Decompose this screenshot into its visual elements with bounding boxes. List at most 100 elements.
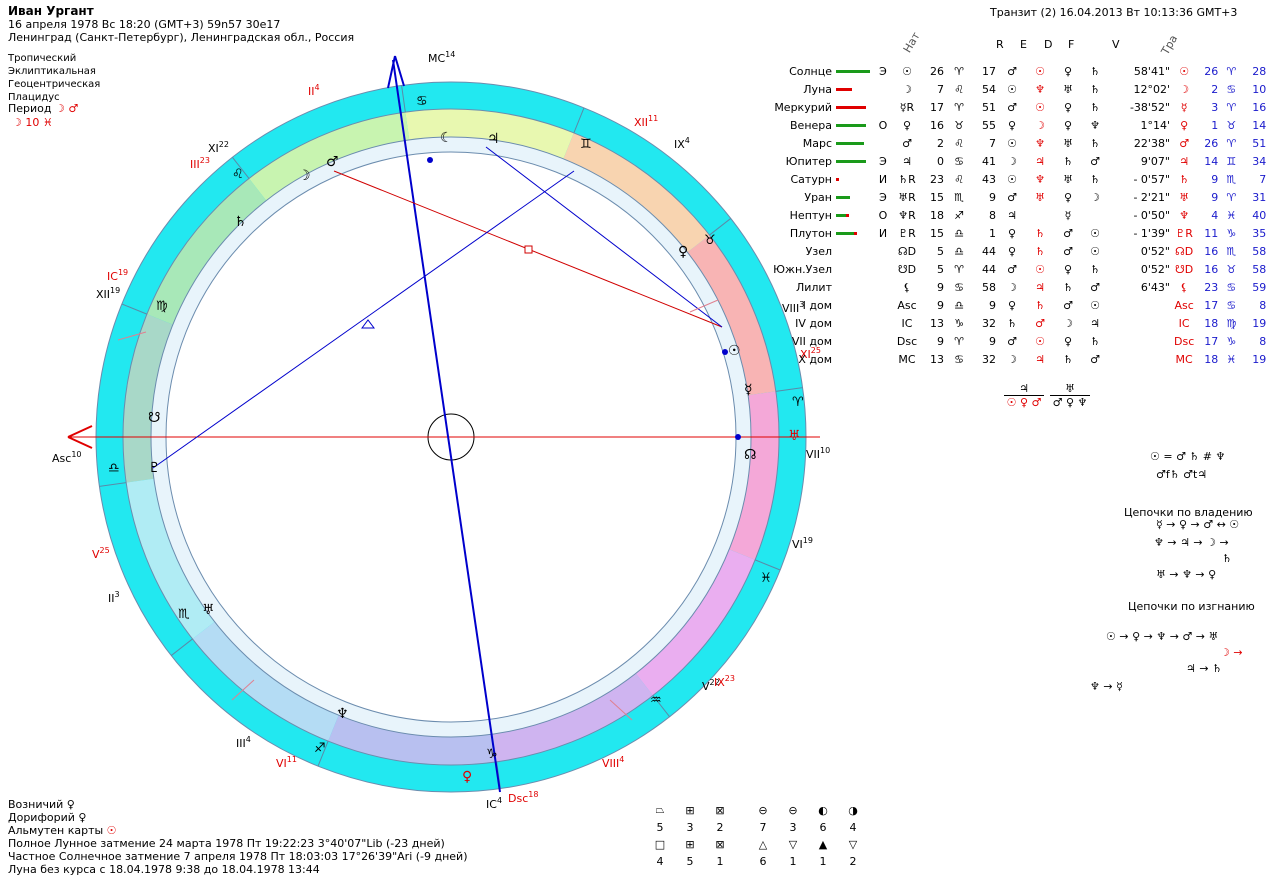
planet-cell: 31 — [1252, 190, 1267, 204]
strength-bar — [834, 98, 874, 116]
planet-cell: ♏ — [1226, 244, 1237, 258]
planet-cell: -38'52" — [1129, 100, 1170, 114]
planet-row: X дом MC 13 ♋ 32 ☽ ♃ ♄ ♂ MC 18 ♓ 19 — [760, 350, 1268, 368]
planet-cell: ♄ — [1035, 226, 1045, 240]
planet-name: Меркурий — [774, 100, 832, 114]
planet-cell: 58 — [1252, 262, 1267, 276]
col-d: D — [1044, 38, 1053, 51]
grid-symbol: ▽ — [788, 838, 798, 851]
grid-count: 1 — [789, 855, 797, 868]
planet-cell: И — [878, 226, 888, 240]
strength-bar-green — [836, 214, 846, 217]
planet-glyph: ☊ — [744, 447, 756, 463]
exile-chain-1: ☉ → ♀ → ♆ → ♂ → ♅ — [1106, 630, 1219, 643]
planet-cell: 17 — [1204, 298, 1219, 312]
planet-cell: ♃ — [902, 154, 912, 168]
planet-cell: 15 — [930, 190, 944, 204]
planet-cell: ♋ — [1226, 280, 1237, 294]
zodiac-sign-glyph: ♏ — [178, 607, 190, 622]
house-cusp-label: II3 — [108, 590, 120, 605]
planet-cell: 19 — [1252, 352, 1267, 366]
planet-cell: 58'41" — [1133, 64, 1170, 78]
planet-cell: ☽ — [1007, 352, 1017, 366]
house-cusp-label: V25 — [92, 546, 110, 561]
void-moon: Луна без курса с 18.04.1978 9:38 до 18.0… — [8, 863, 320, 876]
strength-bar-red — [846, 214, 849, 217]
planet-cell: 2 — [1211, 82, 1219, 96]
birth-data: 16 апреля 1978 Вс 18:20 (GMT+3) 59n57 30… — [8, 18, 281, 31]
wheel-group: II4 III23XI22 IC19 XII19 V25 II3 III4 VI11 VIII4… — [52, 50, 830, 811]
voznichiy-label: Возничий — [8, 798, 64, 811]
planet-cell: 13 — [930, 352, 944, 366]
planet-cell: ☽ — [1007, 154, 1017, 168]
planet-cell: ♀ — [1063, 64, 1073, 78]
planet-cell: О — [878, 118, 888, 132]
planet-cell: ♆ — [1090, 118, 1100, 132]
planet-cell: 19 — [1252, 316, 1267, 330]
planet-cell — [874, 80, 892, 98]
planet-cell: 12°02' — [1133, 82, 1170, 96]
strength-bar-red — [854, 232, 857, 235]
grid-count: 4 — [656, 855, 664, 868]
planet-cell: MC — [1175, 352, 1193, 366]
zodiac-sign-glyph: ♐ — [314, 741, 326, 756]
planet-name: Лилит — [795, 280, 832, 294]
planet-cell: ♅ — [1063, 136, 1073, 150]
planet-cell: ☿ — [1064, 208, 1072, 222]
zodiac-sign-glyph: ♑ — [486, 747, 498, 762]
doriforiy-label: Дорифорий — [8, 811, 75, 824]
planet-row: Узел ☊D 5 ♎ 44 ♀ ♄ ♂ ☉ 0'52" ☊D 16 ♏ 58 — [760, 242, 1268, 260]
planet-cell: Asc — [897, 298, 917, 312]
strength-bar — [834, 314, 874, 332]
planet-cell: ♂ — [902, 136, 912, 150]
planet-cell: Dsc — [896, 334, 918, 348]
grid-count: 4 — [849, 821, 857, 834]
planet-glyph: ♆ — [336, 706, 349, 722]
planet-cell: 16 — [1252, 100, 1267, 114]
asc-label: Asc10 — [52, 450, 82, 465]
grid-symbol: ⊠ — [715, 803, 725, 817]
zodiac-sign-glyph: ♈ — [792, 395, 804, 410]
planet-row: Нептун О ♆R 18 ♐ 8 ♃ ☿ - 0'50" ♆ 4 ♓ 40 — [760, 206, 1268, 224]
planet-cell: ☊D — [897, 244, 917, 258]
planet-cell: ♉ — [954, 118, 964, 132]
exile-title: Цепочки по изгнанию — [1128, 600, 1255, 613]
planet-cell: - 0'50" — [1133, 208, 1170, 222]
col-nat: Нат — [900, 29, 923, 55]
mars-eq: ♂f♄ ♂t♃ — [1156, 468, 1208, 481]
jupiter-top: ♃ — [1019, 382, 1029, 395]
planet-cell: ♂ — [1007, 334, 1017, 348]
house-cusp-label: XI22 — [208, 140, 229, 155]
planet-cell: ♊ — [1226, 154, 1237, 168]
planet-cell — [1108, 296, 1172, 314]
planet-cell: ♓ — [1226, 208, 1237, 222]
planet-glyph: ☋ — [148, 410, 160, 426]
planet-cell: ♀ — [1007, 118, 1017, 132]
planet-glyph: ♅ — [202, 602, 215, 618]
house-cusp-label: III23 — [190, 156, 210, 171]
planet-glyph: ♅ — [788, 428, 801, 444]
grid-symbol: △ — [758, 838, 768, 851]
planet-cell: ♋ — [954, 154, 964, 168]
planet-cell: ♅ — [1063, 82, 1073, 96]
planet-cell: О — [878, 208, 888, 222]
strength-bar-green — [836, 160, 866, 163]
strength-bar — [834, 332, 874, 350]
grid-count: 6 — [819, 821, 827, 834]
planet-cell: 0'52" — [1140, 244, 1170, 258]
planet-row: VII дом Dsc 9 ♈ 9 ♂ ☉ ♀ ♄ Dsc 17 ♑ 8 — [760, 332, 1268, 350]
planet-cell: ☿R — [899, 100, 915, 114]
house-cusp-label: VI11 — [276, 755, 297, 770]
grid-symbol: ⊞ — [685, 838, 695, 851]
planet-row: IV дом IC 13 ♑ 32 ♄ ♂ ☽ ♃ IC 18 ♍ 19 — [760, 314, 1268, 332]
planet-cell: ♄ — [1063, 280, 1073, 294]
ownership-chain-4: ♅ → ♆ → ♀ — [1156, 568, 1217, 581]
planet-glyph: ♂ — [326, 154, 339, 170]
grid-symbol: ◑ — [848, 803, 858, 817]
exile-chain-4: ♆ → ☿ — [1090, 680, 1123, 693]
planet-cell: ♌ — [954, 172, 964, 186]
planet-row: Меркурий ☿R 17 ♈ 51 ♂ ☉ ♀ ♄ -38'52" ☿ 3 ♈ 16 — [760, 98, 1268, 116]
planet-cell: 40 — [1252, 208, 1267, 222]
planet-name: Венера — [790, 118, 832, 132]
planet-cell: 14 — [1252, 118, 1267, 132]
